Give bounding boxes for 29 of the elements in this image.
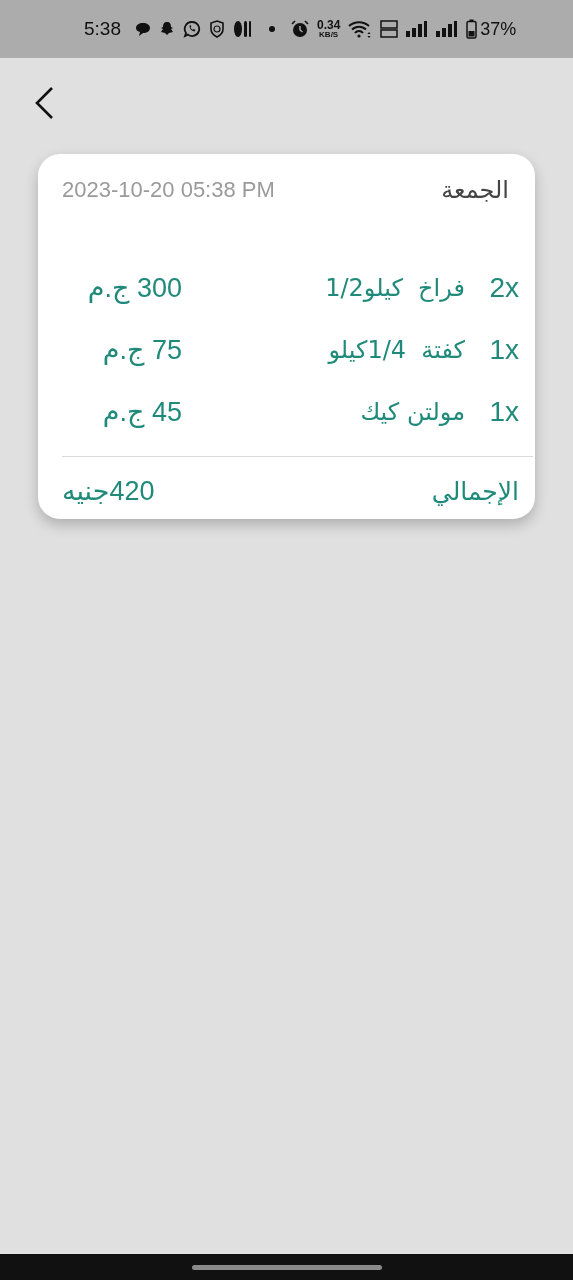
signal-icon [406,21,429,37]
alarm-clock-icon [291,20,309,38]
phone-chat-icon [183,20,201,38]
wifi-icon [348,20,373,38]
item-price: 300 ج.م [86,272,182,304]
chat-bubble-icon [135,21,151,37]
home-indicator[interactable] [191,1264,382,1270]
item-quantity: 1x [488,396,519,428]
item-price: 45 ج.م [101,396,182,428]
battery-percent: 37% [480,18,517,40]
dot-icon [269,26,275,32]
item-name: مولتن كيك [359,398,466,426]
item-quantity: 2x [488,272,519,304]
item-quantity: 1x [488,334,519,366]
total-label: الإجمالي [431,476,519,506]
battery-icon [466,19,478,39]
item-name: فراخ كيلو1/2 [324,274,466,302]
order-datetime: 2023-10-20 05:38 PM [62,177,275,203]
network-speed-unit: KB/S [319,31,339,39]
signal-icon [436,21,459,37]
item-price: 75 ج.م [101,334,182,366]
network-speed: 0.34 [317,19,341,31]
item-name: كفتة 1/4كيلو [326,336,466,364]
pills-icon [233,20,253,38]
total-amount: 420جنيه [62,475,155,507]
shield-icon [209,20,225,38]
order-day: الجمعة [441,176,509,204]
status-time: 5:38 [84,18,121,40]
ghost-icon [159,21,175,37]
